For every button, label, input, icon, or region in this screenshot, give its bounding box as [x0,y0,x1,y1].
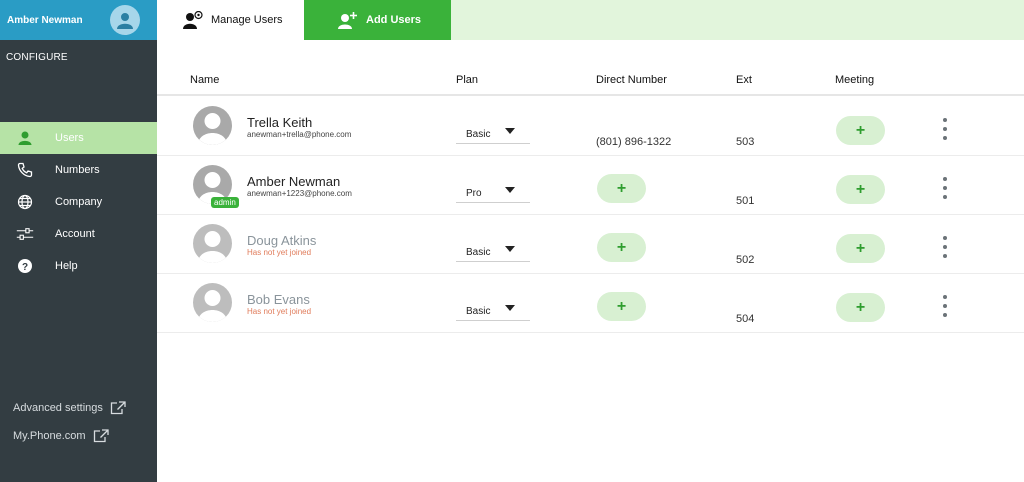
advanced-settings-link[interactable]: Advanced settings [0,394,157,422]
table-row: Trella Keith anewman+trella@phone.com Ba… [157,97,1024,156]
my-phone-label: My.Phone.com [13,430,86,442]
user-avatar [193,106,232,145]
column-header-direct-number[interactable]: Direct Number [596,74,667,86]
tab-label: Manage Users [211,14,283,26]
invite-status: Has not yet joined [247,307,312,316]
tab-label: Add Users [366,14,422,26]
add-meeting-button[interactable]: + [836,175,885,204]
plus-icon: + [616,179,627,197]
sidebar-footer-links: Advanced settings My.Phone.com [0,394,157,450]
sidebar-item-label: Numbers [55,164,100,176]
plus-icon: + [855,121,866,139]
table-row: Doug Atkins Has not yet joined Basic + 5… [157,215,1024,274]
user-name[interactable]: Bob Evans [247,292,310,307]
plus-icon: + [855,180,866,198]
plan-value: Basic [466,306,491,317]
advanced-settings-label: Advanced settings [13,402,103,414]
person-icon [198,290,227,322]
table-row: admin Amber Newman anewman+1223@phone.co… [157,156,1024,215]
external-link-icon [93,429,109,443]
plus-icon: + [855,298,866,316]
my-phone-link[interactable]: My.Phone.com [0,422,157,450]
invite-status: Has not yet joined [247,248,312,257]
external-link-icon [110,401,126,415]
plan-select[interactable]: Basic [456,122,530,144]
plan-value: Basic [466,129,491,140]
sidebar-item-label: Account [55,228,95,240]
direct-number: (801) 896-1322 [596,136,672,148]
add-direct-number-button[interactable]: + [597,292,646,321]
user-name[interactable]: Doug Atkins [247,233,316,248]
add-meeting-button[interactable]: + [836,234,885,263]
plan-select[interactable]: Basic [456,299,530,321]
sidebar-item-label: Help [55,260,78,272]
user-avatar [193,224,232,263]
tab-bar: Manage Users Add Users [157,0,1024,40]
plan-select[interactable]: Basic [456,240,530,262]
sidebar-item-users[interactable]: Users [0,122,157,154]
globe-icon [16,193,34,211]
plus-icon: + [616,238,627,256]
add-user-icon [338,11,358,29]
add-meeting-button[interactable]: + [836,116,885,145]
add-meeting-button[interactable]: + [836,293,885,322]
plan-value: Pro [466,188,482,199]
user-icon [16,129,34,147]
extension: 504 [736,313,755,325]
plus-icon: + [855,239,866,257]
column-header-name[interactable]: Name [190,74,219,86]
table-header: Name Plan Direct Number Ext Meeting [157,66,1024,96]
chevron-down-icon [505,246,515,252]
column-header-meeting[interactable]: Meeting [835,74,874,86]
chevron-down-icon [505,128,515,134]
help-icon: ? [16,257,34,275]
extension: 503 [736,136,755,148]
user-name[interactable]: Amber Newman [247,174,340,189]
sidebar-item-numbers[interactable]: Numbers [0,154,157,186]
phone-icon [16,161,34,179]
sidebar-item-account[interactable]: Account [0,218,157,250]
sidebar-user-name: Amber Newman [7,14,83,26]
more-options-icon[interactable] [937,295,953,317]
extension: 501 [736,195,755,207]
table-row: Bob Evans Has not yet joined Basic + 504… [157,274,1024,333]
person-icon [198,113,227,145]
tab-add-users[interactable]: Add Users [304,0,451,40]
sliders-icon [16,225,34,243]
plan-select[interactable]: Pro [456,181,530,203]
sidebar-user-header[interactable]: Amber Newman [0,0,157,40]
svg-text:?: ? [22,262,28,273]
user-name[interactable]: Trella Keith [247,115,312,130]
more-options-icon[interactable] [937,177,953,199]
user-avatar [193,283,232,322]
tab-manage-users[interactable]: Manage Users [157,0,304,40]
user-email: anewman+trella@phone.com [247,130,352,139]
sidebar-item-company[interactable]: Company [0,186,157,218]
chevron-down-icon [505,305,515,311]
sidebar-item-label: Company [55,196,103,208]
sidebar-item-help[interactable]: ? Help [0,250,157,282]
chevron-down-icon [505,187,515,193]
extension: 502 [736,254,755,266]
column-header-ext[interactable]: Ext [736,74,752,86]
add-direct-number-button[interactable]: + [597,174,646,203]
column-header-plan[interactable]: Plan [456,74,478,86]
plan-value: Basic [466,247,491,258]
manage-users-icon [183,11,203,29]
user-avatar-icon[interactable] [110,5,140,35]
plus-icon: + [616,297,627,315]
sidebar: Amber Newman CONFIGURE Users Numbers Com… [0,0,157,482]
person-icon [198,231,227,263]
more-options-icon[interactable] [937,236,953,258]
admin-badge: admin [211,197,239,208]
add-direct-number-button[interactable]: + [597,233,646,262]
user-email: anewman+1223@phone.com [247,189,352,198]
sidebar-item-label: Users [55,132,84,144]
more-options-icon[interactable] [937,118,953,140]
configure-section-label: CONFIGURE [6,52,68,63]
